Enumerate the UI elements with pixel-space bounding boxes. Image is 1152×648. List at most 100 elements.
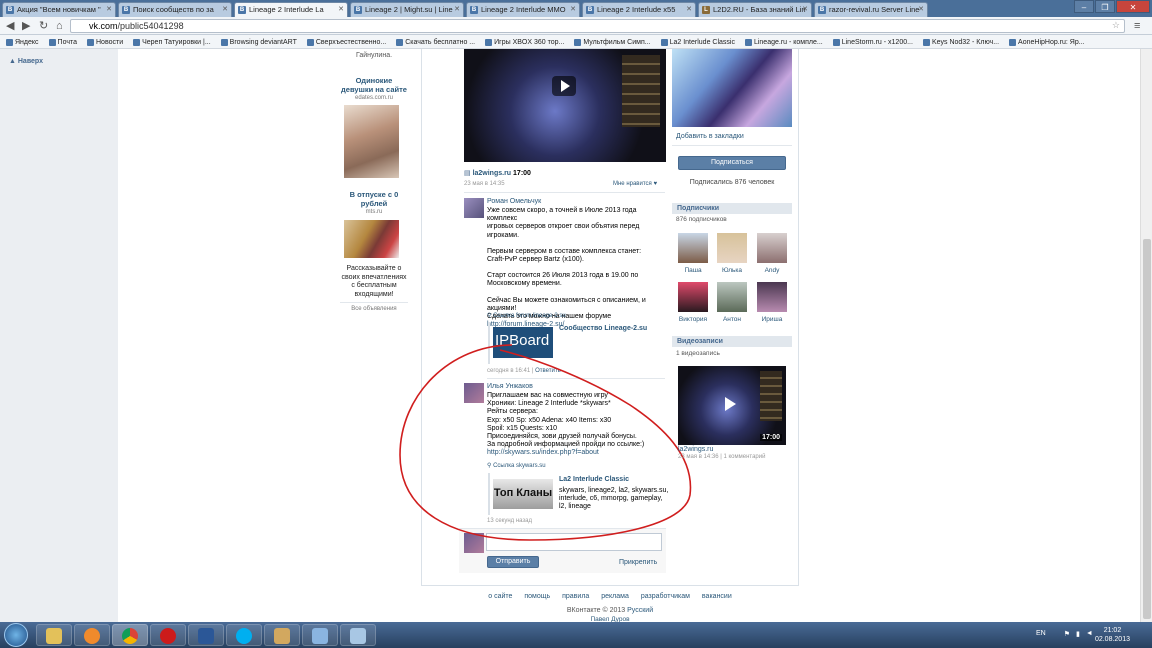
start-button-icon[interactable]: [4, 623, 28, 647]
send-button[interactable]: Отправить: [487, 556, 539, 568]
taskbar-paint[interactable]: [302, 624, 338, 646]
subscriber-avatar[interactable]: [717, 282, 747, 312]
taskbar-word[interactable]: [188, 624, 224, 646]
volume-icon[interactable]: ◄: [1086, 630, 1093, 638]
menu-icon[interactable]: ≡: [1134, 19, 1140, 33]
comment-author[interactable]: Роман Омельчук: [487, 198, 541, 205]
close-window-icon[interactable]: ✕: [1116, 0, 1150, 13]
subscriber-avatar[interactable]: [678, 233, 708, 263]
browser-tab[interactable]: В Поиск сообществ по за ✕: [118, 2, 232, 17]
video-link-text[interactable]: la2wings.ru: [473, 170, 512, 177]
subscriber-name[interactable]: Антон: [714, 316, 750, 323]
subscribers-header[interactable]: Подписчики: [672, 203, 792, 214]
bookmark-item[interactable]: Скачать бесплатно ...: [396, 37, 475, 48]
back-icon[interactable]: ◀: [6, 19, 14, 33]
video-link[interactable]: ▤ la2wings.ru 17:00: [464, 169, 531, 177]
post-date[interactable]: 23 мая в 14:35: [464, 181, 505, 187]
play-icon[interactable]: [725, 397, 736, 411]
subscriber-name[interactable]: Юлька: [714, 267, 750, 274]
ad-title[interactable]: В отпуске с 0 рублей: [340, 190, 408, 208]
close-tab-icon[interactable]: ✕: [686, 5, 692, 13]
bookmark-item[interactable]: Почта: [48, 37, 77, 48]
subscriber-name[interactable]: Andy: [754, 267, 790, 274]
vertical-scrollbar[interactable]: [1140, 49, 1152, 622]
videos-header[interactable]: Видеозаписи: [672, 336, 792, 347]
bookmark-item[interactable]: Сверхъестественно...: [306, 37, 386, 48]
attach-link[interactable]: Прикрепить: [619, 559, 657, 566]
browser-tab[interactable]: В Акция "Всем новичкам " ✕: [2, 2, 116, 17]
taskbar-chrome[interactable]: [112, 624, 148, 646]
taskbar-game[interactable]: [264, 624, 300, 646]
home-icon[interactable]: ⌂: [56, 19, 63, 33]
ad-image[interactable]: [344, 220, 399, 258]
forward-icon[interactable]: ▶: [22, 19, 30, 33]
footer-link[interactable]: правила: [562, 593, 589, 600]
taskbar-skype[interactable]: [226, 624, 262, 646]
subscriber-avatar[interactable]: [757, 233, 787, 263]
taskbar-media-player[interactable]: [74, 624, 110, 646]
browser-tab[interactable]: Вrazor-revival.ru Server Line ✕: [814, 2, 928, 17]
footer-link[interactable]: реклама: [601, 593, 629, 600]
sidebar-video-thumbnail[interactable]: 17:00: [678, 366, 786, 445]
clock[interactable]: 21:02 02.08.2013: [1095, 626, 1130, 644]
browser-tab[interactable]: L L2D2.RU - База знаний Lin ✕: [698, 2, 812, 17]
browser-tab[interactable]: В Lineage 2 | Might.su | Line ✕: [350, 2, 464, 17]
link-card-title[interactable]: Сообщество Lineage-2.su: [559, 325, 647, 332]
bookmark-item[interactable]: Browsing deviantART: [220, 37, 297, 48]
bookmark-item[interactable]: LineStorm.ru - x1200...: [832, 37, 913, 48]
bookmark-item[interactable]: Новости: [87, 37, 123, 48]
ad-site[interactable]: mts.ru: [340, 209, 408, 215]
browser-tab[interactable]: В Lineage 2 Interlude x55 ✕: [582, 2, 696, 17]
scrollbar-thumb[interactable]: [1143, 239, 1151, 619]
ad-title[interactable]: Одинокие девушки на сайте: [340, 76, 408, 94]
network-icon[interactable]: ▮: [1076, 630, 1080, 638]
avatar[interactable]: [464, 198, 484, 218]
maximize-icon[interactable]: ❐: [1095, 0, 1115, 13]
bookmark-item[interactable]: Keys Nod32 - Ключ...: [922, 37, 999, 48]
group-cover-image[interactable]: [672, 49, 792, 127]
star-icon[interactable]: ☆: [1112, 20, 1120, 31]
taskbar-opera[interactable]: [150, 624, 186, 646]
minimize-icon[interactable]: –: [1074, 0, 1094, 13]
like-button[interactable]: Мне нравится ♥: [613, 181, 657, 187]
play-icon[interactable]: [561, 80, 570, 92]
footer-link[interactable]: помощь: [524, 593, 550, 600]
sidebar-video-link[interactable]: la2wings.ru: [678, 446, 713, 453]
close-tab-icon[interactable]: ✕: [222, 5, 228, 13]
bookmark-item[interactable]: La2 Interlude Classic: [660, 37, 735, 48]
ad-site[interactable]: edates.com.ru: [340, 95, 408, 101]
bookmark-item[interactable]: Игры XBOX 360 тор...: [485, 37, 564, 48]
subscribe-button[interactable]: Подписаться: [678, 156, 786, 170]
subscriber-name[interactable]: Виктория: [675, 316, 711, 323]
flag-icon[interactable]: ⚑: [1064, 630, 1070, 638]
taskbar-app[interactable]: [340, 624, 376, 646]
browser-tab-active[interactable]: В Lineage 2 Interlude La ✕: [234, 2, 348, 17]
url-input[interactable]: vk.com/public54041298 ☆: [70, 19, 1125, 33]
close-tab-icon[interactable]: ✕: [570, 5, 576, 13]
close-tab-icon[interactable]: ✕: [802, 5, 808, 13]
reload-icon[interactable]: ↻: [39, 19, 48, 33]
close-tab-icon[interactable]: ✕: [106, 5, 112, 13]
subscriber-avatar[interactable]: [717, 233, 747, 263]
subscriber-name[interactable]: Ириша: [754, 316, 790, 323]
footer-link[interactable]: вакансии: [702, 593, 732, 600]
video-thumbnail[interactable]: [464, 49, 666, 162]
close-tab-icon[interactable]: ✕: [338, 5, 344, 13]
subscriber-avatar[interactable]: [678, 282, 708, 312]
scroll-up-link[interactable]: ▲ Наверх: [9, 58, 43, 65]
bookmark-item[interactable]: Lineage.ru - компле...: [744, 37, 823, 48]
taskbar-explorer[interactable]: [36, 624, 72, 646]
scroll-up-column[interactable]: [0, 49, 118, 622]
add-bookmark-link[interactable]: Добавить в закладки: [676, 133, 744, 140]
close-tab-icon[interactable]: ✕: [918, 5, 924, 13]
language-indicator[interactable]: EN: [1036, 630, 1046, 638]
subscriber-name[interactable]: Паша: [675, 267, 711, 274]
subscriber-avatar[interactable]: [757, 282, 787, 312]
all-ads-link[interactable]: Все объявления: [340, 306, 408, 312]
browser-tab[interactable]: В Lineage 2 Interlude MMO ✕: [466, 2, 580, 17]
bookmark-item[interactable]: AoneHipHop.ru: Яр...: [1009, 37, 1085, 48]
language-link[interactable]: Русский: [627, 607, 653, 614]
close-tab-icon[interactable]: ✕: [454, 5, 460, 13]
ad-image[interactable]: [344, 105, 399, 178]
footer-link[interactable]: о сайте: [488, 593, 512, 600]
